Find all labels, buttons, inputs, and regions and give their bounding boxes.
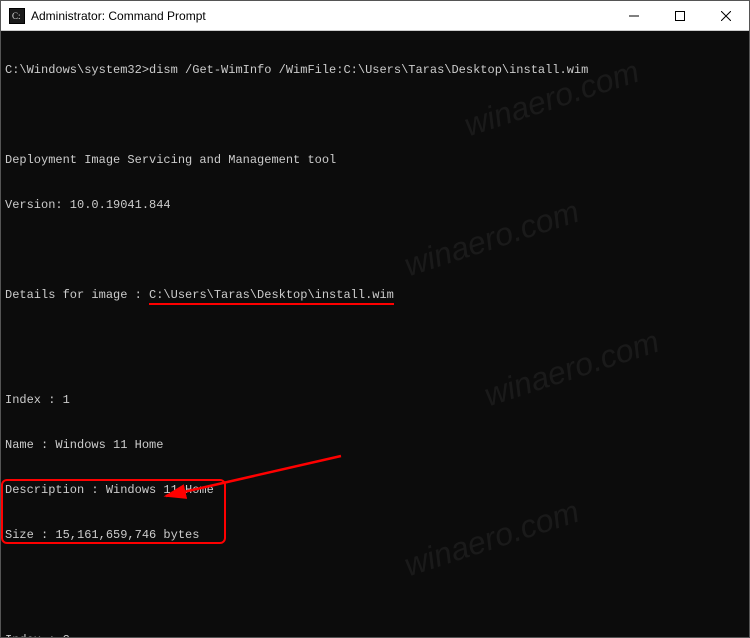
watermark: winaero.com	[403, 203, 580, 273]
entry-desc: Description : Windows 11 Home	[5, 483, 745, 498]
terminal-area[interactable]: C:\Windows\system32>dism /Get-WimInfo /W…	[1, 31, 749, 637]
entry-index: Index : 1	[5, 393, 745, 408]
prompt-line: C:\Windows\system32>dism /Get-WimInfo /W…	[5, 63, 745, 78]
entry-size: Size : 15,161,659,746 bytes	[5, 528, 745, 543]
close-button[interactable]	[703, 1, 749, 31]
blank	[5, 333, 745, 348]
svg-text:C:: C:	[12, 11, 21, 21]
window-controls	[611, 1, 749, 30]
minimize-button[interactable]	[611, 1, 657, 31]
details-line: Details for image : C:\Users\Taras\Deskt…	[5, 288, 745, 303]
blank	[5, 108, 745, 123]
command-text: dism /Get-WimInfo /WimFile:C:\Users\Tara…	[149, 63, 588, 77]
blank	[5, 243, 745, 258]
cwd: C:\Windows\system32>	[5, 63, 149, 77]
window-title: Administrator: Command Prompt	[31, 9, 611, 23]
cmd-icon: C:	[9, 8, 25, 24]
wim-path: C:\Users\Taras\Desktop\install.wim	[149, 288, 394, 305]
blank	[5, 573, 745, 588]
entry-index: Index : 2	[5, 633, 745, 637]
titlebar[interactable]: C: Administrator: Command Prompt	[1, 1, 749, 31]
version-line: Version: 10.0.19041.844	[5, 198, 745, 213]
tool-header: Deployment Image Servicing and Managemen…	[5, 153, 745, 168]
maximize-button[interactable]	[657, 1, 703, 31]
cmd-window: C: Administrator: Command Prompt C:\Wind…	[0, 0, 750, 638]
entry-name: Name : Windows 11 Home	[5, 438, 745, 453]
